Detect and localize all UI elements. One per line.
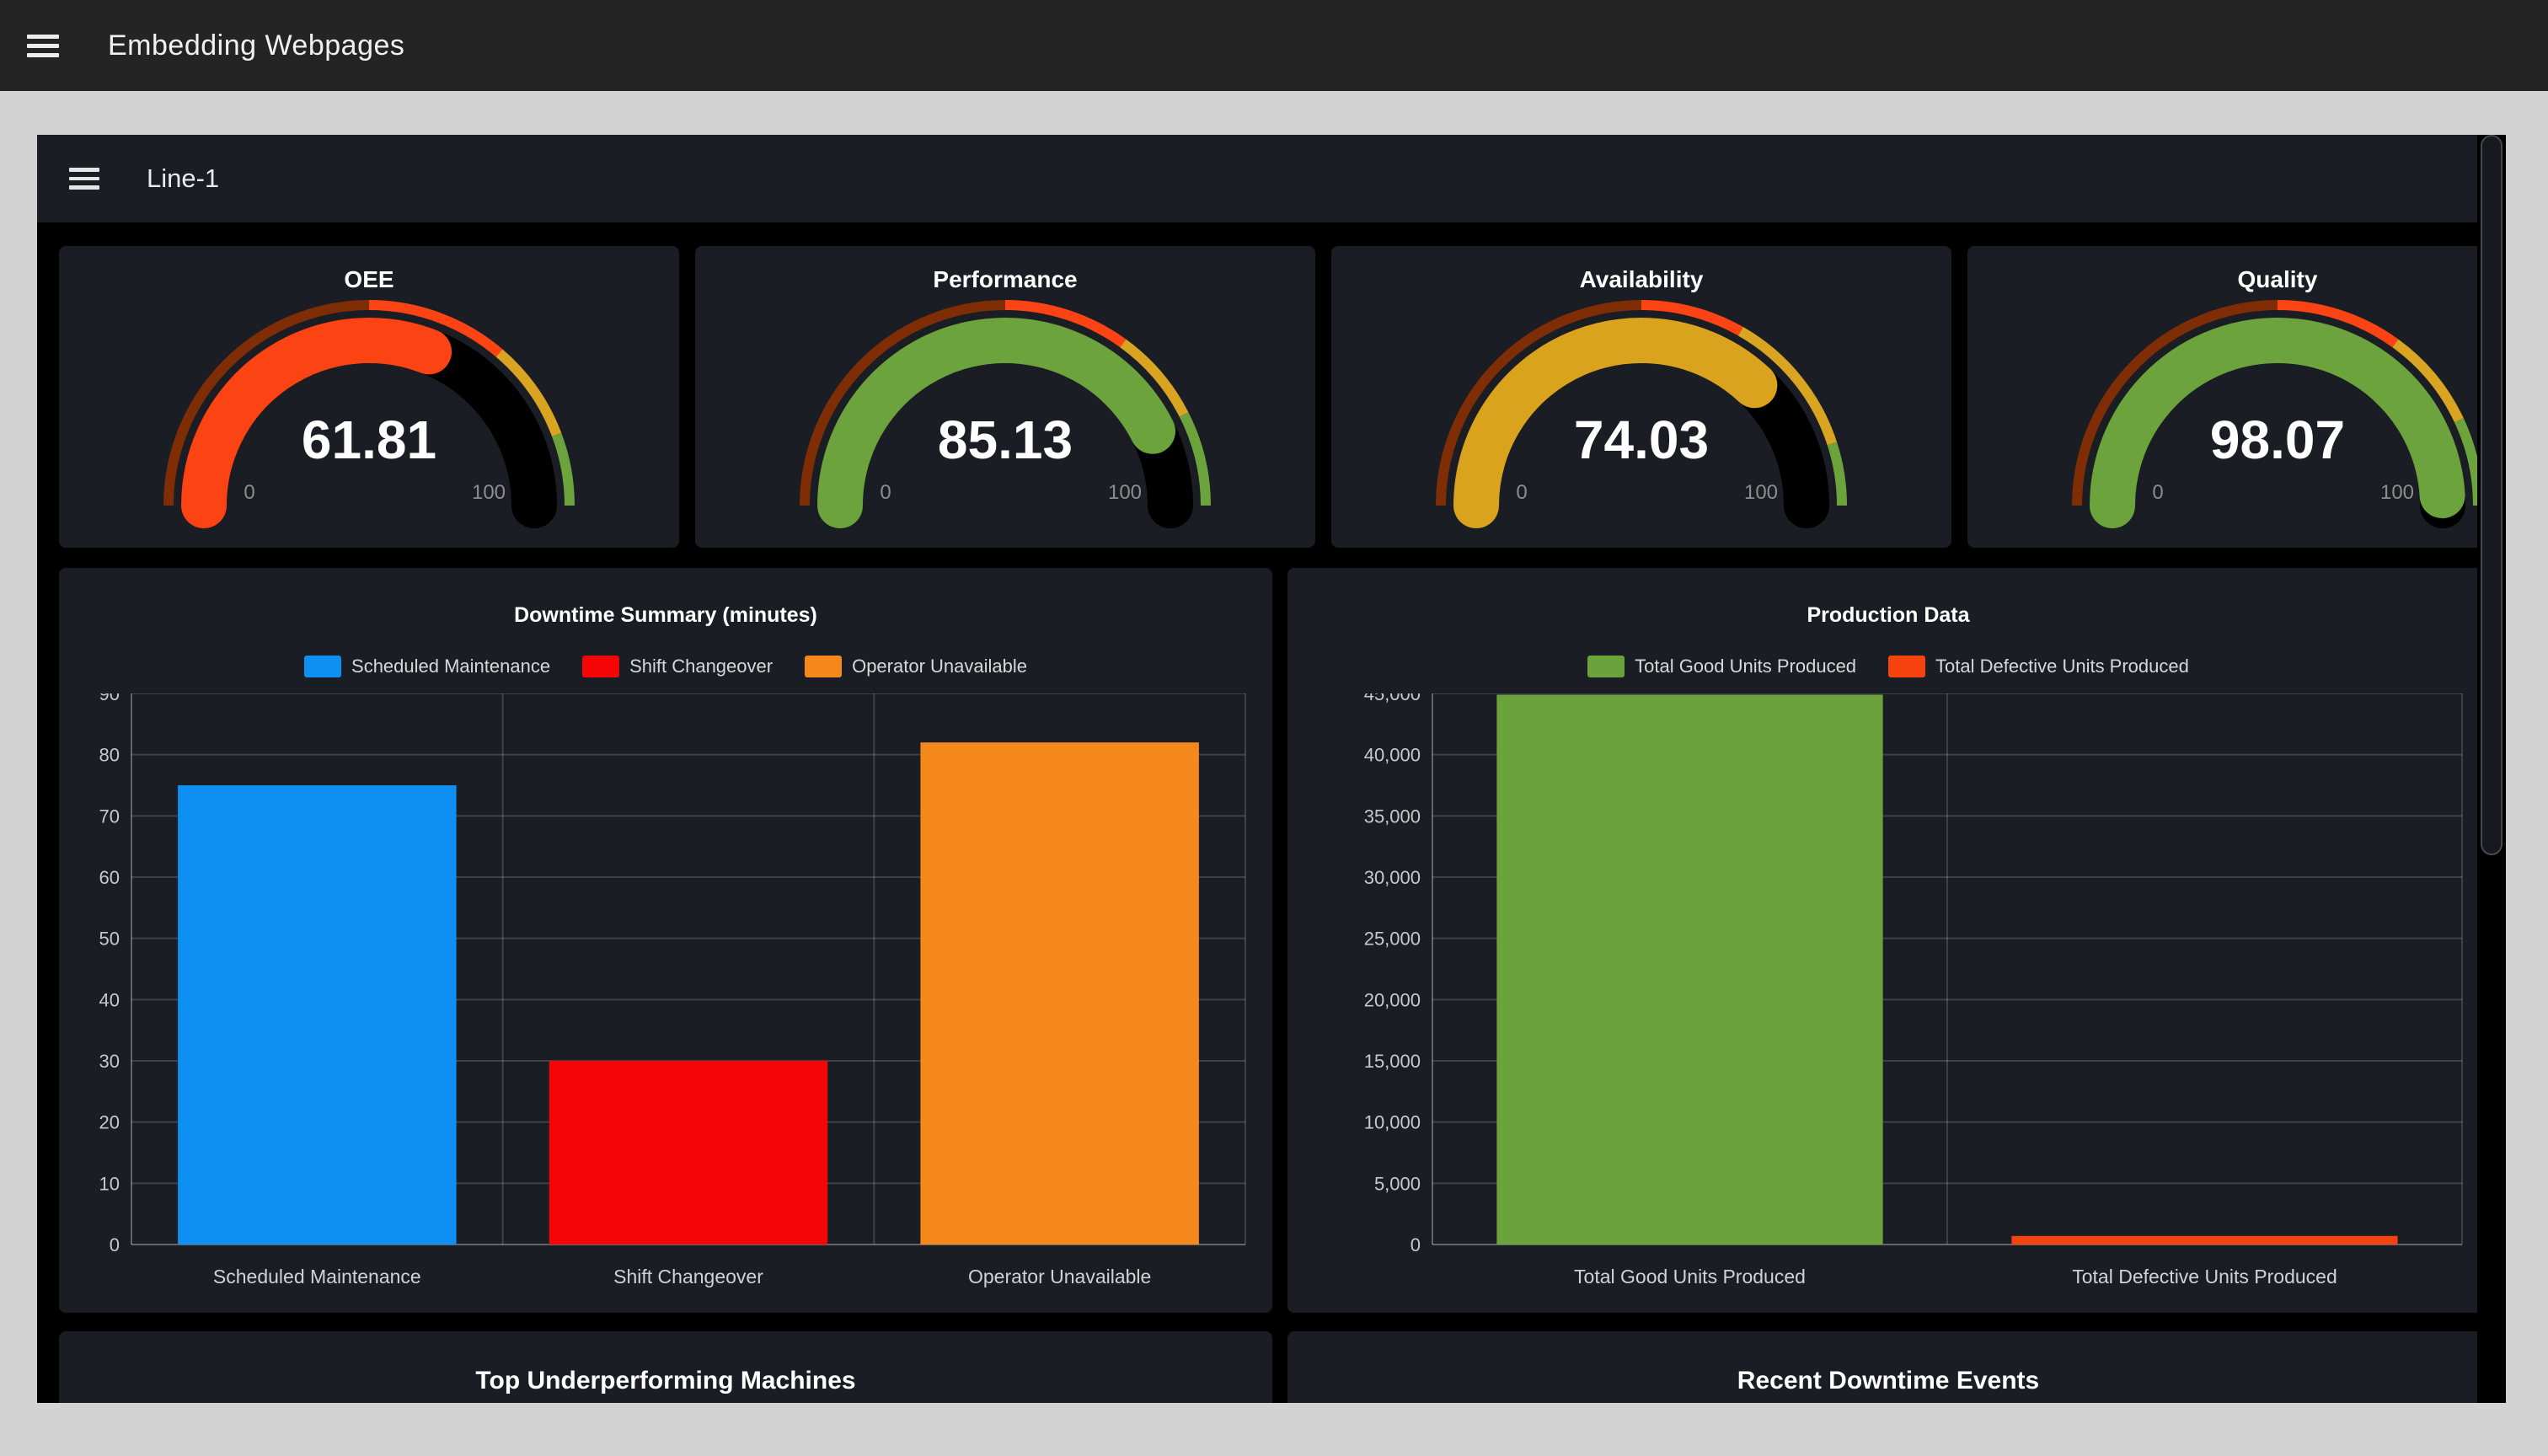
gauge-card-quality: Quality 98.07 0 100	[1967, 246, 2506, 548]
y-tick-label: 0	[110, 1234, 120, 1255]
y-tick-label: 30,000	[1364, 867, 1421, 888]
y-tick-label: 40,000	[1364, 745, 1421, 766]
gauge-value: 85.13	[938, 410, 1073, 470]
chart-legend: Scheduled Maintenance Shift Changeover Ope…	[59, 655, 1272, 678]
gauge-chart: 74.03 0 100	[1331, 297, 1951, 546]
gauge-min-label: 0	[2152, 481, 2163, 504]
bar-chart-plot: 0 10 20 30 40 50 60 70 80 90 Scheduled Maintenance…	[59, 693, 1272, 1293]
app-title: Embedding Webpages	[108, 29, 404, 62]
gauge-title: Performance	[695, 266, 1315, 293]
y-tick-label: 90	[99, 693, 120, 704]
gauge-min-label: 0	[244, 481, 254, 504]
gauge-title: Quality	[1967, 266, 2506, 293]
frame-scrollbar-track[interactable]	[2477, 135, 2506, 1403]
chart-title: Production Data	[1287, 603, 2489, 628]
gauge-min-label: 0	[1516, 481, 1527, 504]
legend-item[interactable]: Scheduled Maintenance	[304, 656, 550, 677]
legend-item[interactable]: Operator Unavailable	[805, 656, 1027, 677]
gauge-min-label: 0	[880, 481, 891, 504]
y-tick-label: 10,000	[1364, 1112, 1421, 1133]
gauge-max-label: 100	[1108, 481, 1142, 504]
gauge-card-oee: OEE 61.81 0 100	[59, 246, 679, 548]
downtime-summary-panel: Downtime Summary (minutes) Scheduled Main…	[59, 568, 1272, 1313]
bar	[2011, 1236, 2397, 1245]
gauge-threshold-arc	[1832, 443, 1842, 506]
y-tick-label: 20,000	[1364, 989, 1421, 1010]
panel-title: Recent Downtime Events	[1287, 1367, 2489, 1395]
legend-swatch	[1888, 656, 1925, 677]
panel-title: Top Underperforming Machines	[59, 1367, 1272, 1395]
legend-label: Shift Changeover	[629, 656, 773, 677]
app-menu-icon[interactable]	[27, 29, 59, 62]
bar-chart-plot: 0 5,000 10,000 15,000 20,000 25,000 30,000 35,0…	[1287, 693, 2489, 1293]
recent-downtime-events-panel: Recent Downtime Events	[1287, 1331, 2489, 1403]
gauge-value: 61.81	[302, 410, 436, 470]
y-tick-label: 35,000	[1364, 806, 1421, 827]
chart-legend: Total Good Units Produced Total Defective…	[1287, 655, 2489, 678]
gauge-chart: 98.07 0 100	[1967, 297, 2506, 546]
embedded-dashboard-frame: Line-1 OEE61.810100Performance85.130100A…	[37, 135, 2506, 1403]
x-tick-label: Scheduled Maintenance	[213, 1266, 421, 1287]
x-tick-label: Shift Changeover	[613, 1266, 763, 1287]
y-tick-label: 25,000	[1364, 929, 1421, 950]
x-tick-label: Total Defective Units Produced	[2072, 1266, 2337, 1287]
gauge-threshold-arc	[557, 435, 570, 506]
gauge-max-label: 100	[1744, 481, 1778, 504]
y-tick-label: 15,000	[1364, 1051, 1421, 1072]
gauge-chart: 85.13 0 100	[695, 297, 1315, 546]
legend-swatch	[582, 656, 619, 677]
bar	[1496, 694, 1882, 1245]
legend-label: Operator Unavailable	[852, 656, 1027, 677]
y-tick-label: 70	[99, 806, 120, 827]
legend-label: Total Good Units Produced	[1635, 656, 1856, 677]
y-tick-label: 80	[99, 745, 120, 766]
legend-label: Total Defective Units Produced	[1935, 656, 2189, 677]
y-tick-label: 50	[99, 929, 120, 950]
x-tick-label: Operator Unavailable	[968, 1266, 1151, 1287]
legend-swatch	[1587, 656, 1625, 677]
gauge-value: 74.03	[1574, 410, 1709, 470]
dashboard-header: Line-1	[37, 135, 2506, 222]
y-tick-label: 60	[99, 867, 120, 888]
bar	[920, 742, 1199, 1245]
gauge-card-performance: Performance 85.13 0 100	[695, 246, 1315, 548]
legend-label: Scheduled Maintenance	[351, 656, 550, 677]
app-top-bar: Embedding Webpages	[0, 0, 2548, 91]
chart-title: Downtime Summary (minutes)	[59, 603, 1272, 628]
legend-item[interactable]: Total Defective Units Produced	[1888, 656, 2189, 677]
gauge-value: 98.07	[2210, 410, 2345, 470]
y-tick-label: 10	[99, 1173, 120, 1194]
y-tick-label: 40	[99, 989, 120, 1010]
dashboard-menu-icon[interactable]	[69, 163, 99, 195]
y-tick-label: 45,000	[1364, 693, 1421, 704]
bar	[549, 1061, 828, 1245]
legend-item[interactable]: Shift Changeover	[582, 656, 773, 677]
gauge-chart: 61.81 0 100	[59, 297, 679, 546]
x-tick-label: Total Good Units Produced	[1574, 1266, 1806, 1287]
legend-item[interactable]: Total Good Units Produced	[1587, 656, 1856, 677]
frame-scrollbar-thumb[interactable]	[2481, 135, 2502, 855]
y-tick-label: 20	[99, 1112, 120, 1133]
y-tick-label: 0	[1410, 1234, 1421, 1255]
y-tick-label: 5,000	[1374, 1173, 1421, 1194]
gauge-max-label: 100	[472, 481, 506, 504]
gauge-max-label: 100	[2380, 481, 2414, 504]
y-tick-label: 30	[99, 1051, 120, 1072]
dashboard-title: Line-1	[147, 163, 219, 194]
gauge-title: Availability	[1331, 266, 1951, 293]
gauge-card-availability: Availability 74.03 0 100	[1331, 246, 1951, 548]
legend-swatch	[304, 656, 341, 677]
top-underperforming-machines-panel: Top Underperforming Machines	[59, 1331, 1272, 1403]
production-data-panel: Production Data Total Good Units Produced…	[1287, 568, 2489, 1313]
bar	[178, 785, 457, 1245]
gauge-title: OEE	[59, 266, 679, 293]
legend-swatch	[805, 656, 842, 677]
